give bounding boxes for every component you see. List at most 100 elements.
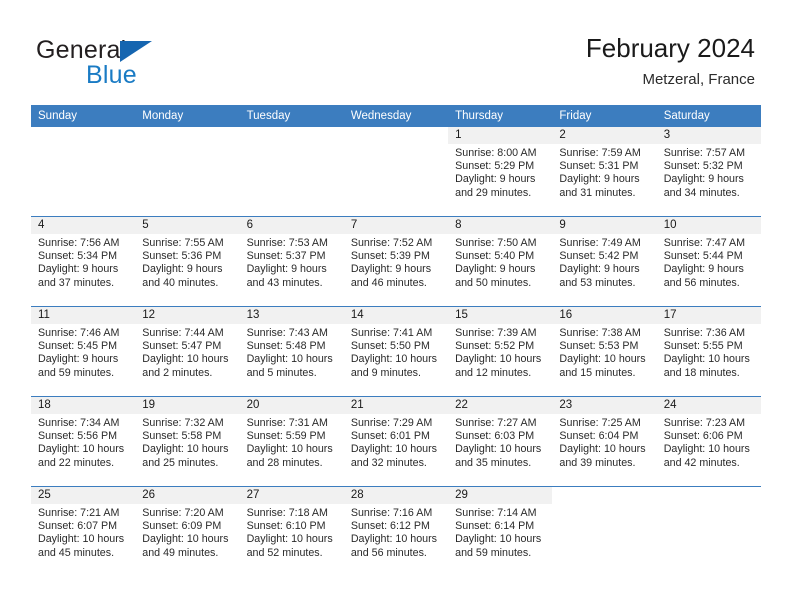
logo-text-general: General (36, 36, 127, 64)
daylight-duration-line1: Daylight: 10 hours (559, 353, 646, 366)
daylight-duration-line1: Daylight: 10 hours (663, 443, 750, 456)
calendar-day-cell[interactable]: 12 Sunrise: 7:44 AM Sunset: 5:47 PM Dayligh… (135, 306, 240, 397)
day-number: 5 (135, 217, 240, 234)
daylight-duration-line2: and 50 minutes. (455, 276, 532, 289)
day-sun-info: Sunrise: 7:52 AM Sunset: 5:39 PM Daylight:… (344, 234, 448, 290)
calendar-cell-inner: 22 Sunrise: 7:27 AM Sunset: 6:03 PM Dayligh… (448, 397, 553, 487)
day-number: 25 (31, 487, 136, 504)
daylight-duration-line1: Daylight: 10 hours (350, 533, 437, 546)
daylight-duration-line2: and 31 minutes. (559, 186, 636, 199)
sunrise-time: Sunrise: 7:32 AM (142, 417, 224, 429)
sunrise-time: Sunrise: 7:18 AM (246, 507, 328, 519)
calendar-cell-inner: 26 Sunrise: 7:20 AM Sunset: 6:09 PM Dayligh… (135, 487, 240, 576)
page-header: General Blue February 2024 Metzeral, Fra… (0, 0, 792, 104)
day-number: 2 (552, 127, 657, 144)
daylight-duration-line1: Daylight: 10 hours (663, 353, 750, 366)
calendar-day-cell[interactable]: 29 Sunrise: 7:14 AM Sunset: 6:14 PM Dayligh… (448, 486, 553, 576)
calendar-day-cell[interactable]: 5 Sunrise: 7:55 AM Sunset: 5:36 PM Daylight… (135, 216, 240, 307)
daylight-duration-line1: Daylight: 9 hours (38, 353, 119, 366)
calendar-day-cell[interactable]: 7 Sunrise: 7:52 AM Sunset: 5:39 PM Daylight… (343, 216, 449, 307)
daylight-duration-line2: and 43 minutes. (246, 276, 323, 289)
daylight-duration-line2: and 40 minutes. (142, 276, 219, 289)
day-sun-info (240, 144, 344, 147)
sunset-time: Sunset: 5:42 PM (559, 250, 639, 263)
calendar-day-cell[interactable]: 24 Sunrise: 7:23 AM Sunset: 6:06 PM Dayligh… (656, 396, 761, 487)
day-number (31, 127, 135, 144)
generalblue-logo[interactable]: General Blue (36, 36, 246, 92)
calendar-week-row: 25 Sunrise: 7:21 AM Sunset: 6:07 PM Dayligh… (31, 486, 761, 576)
calendar-day-cell[interactable]: 14 Sunrise: 7:41 AM Sunset: 5:50 PM Dayligh… (343, 306, 449, 397)
calendar-day-cell[interactable]: 26 Sunrise: 7:20 AM Sunset: 6:09 PM Dayligh… (135, 486, 240, 576)
calendar-cell-inner: 1 Sunrise: 8:00 AM Sunset: 5:29 PM Daylight… (448, 127, 553, 216)
sunset-time: Sunset: 5:53 PM (559, 340, 639, 353)
daylight-duration-line2: and 32 minutes. (350, 456, 427, 469)
day-number: 9 (552, 217, 657, 234)
day-number: 21 (343, 397, 449, 414)
day-number: 15 (448, 307, 553, 324)
calendar-cell-inner (31, 127, 135, 216)
sunset-time: Sunset: 6:09 PM (142, 520, 222, 533)
sunrise-time: Sunrise: 7:31 AM (246, 417, 328, 429)
calendar-day-cell[interactable]: 10 Sunrise: 7:47 AM Sunset: 5:44 PM Dayligh… (656, 216, 761, 307)
day-number: 17 (656, 307, 761, 324)
blue-triangle-logo-icon (120, 41, 152, 62)
calendar-day-cell[interactable]: 15 Sunrise: 7:39 AM Sunset: 5:52 PM Dayligh… (448, 306, 553, 397)
calendar-day-cell[interactable]: 2 Sunrise: 7:59 AM Sunset: 5:31 PM Daylight… (552, 127, 657, 217)
sunset-time: Sunset: 5:58 PM (142, 430, 222, 443)
daylight-duration-line1: Daylight: 9 hours (663, 263, 744, 276)
calendar-day-cell[interactable]: 13 Sunrise: 7:43 AM Sunset: 5:48 PM Dayligh… (239, 306, 344, 397)
calendar-cell-inner: 2 Sunrise: 7:59 AM Sunset: 5:31 PM Daylight… (552, 127, 657, 216)
calendar-day-cell[interactable]: 1 Sunrise: 8:00 AM Sunset: 5:29 PM Daylight… (448, 127, 553, 217)
daylight-duration-line1: Daylight: 9 hours (350, 263, 432, 276)
daylight-duration-line1: Daylight: 9 hours (559, 263, 640, 276)
calendar-cell-inner: 24 Sunrise: 7:23 AM Sunset: 6:06 PM Dayligh… (656, 397, 761, 487)
calendar-day-cell[interactable]: 3 Sunrise: 7:57 AM Sunset: 5:32 PM Daylight… (656, 127, 761, 217)
calendar-cell-inner (657, 487, 761, 576)
calendar-day-cell[interactable]: 11 Sunrise: 7:46 AM Sunset: 5:45 PM Dayligh… (31, 306, 136, 397)
day-number: 28 (343, 487, 449, 504)
day-sun-info: Sunrise: 7:47 AM Sunset: 5:44 PM Daylight:… (657, 234, 761, 290)
calendar-day-cell[interactable]: 18 Sunrise: 7:34 AM Sunset: 5:56 PM Dayligh… (31, 396, 136, 487)
calendar-day-cell[interactable]: 25 Sunrise: 7:21 AM Sunset: 6:07 PM Dayligh… (31, 486, 136, 576)
calendar-day-cell[interactable]: 22 Sunrise: 7:27 AM Sunset: 6:03 PM Dayligh… (448, 396, 553, 487)
calendar-day-cell[interactable]: 23 Sunrise: 7:25 AM Sunset: 6:04 PM Dayligh… (552, 396, 657, 487)
daylight-duration-line2: and 42 minutes. (663, 456, 740, 469)
day-sun-info: Sunrise: 7:38 AM Sunset: 5:53 PM Daylight:… (552, 324, 656, 380)
calendar-cell-inner: 9 Sunrise: 7:49 AM Sunset: 5:42 PM Daylight… (552, 217, 657, 307)
day-sun-info (344, 144, 448, 147)
sunset-time: Sunset: 5:31 PM (559, 160, 639, 173)
sunset-time: Sunset: 5:50 PM (350, 340, 430, 353)
calendar-day-cell[interactable]: 8 Sunrise: 7:50 AM Sunset: 5:40 PM Daylight… (448, 216, 553, 307)
day-number: 20 (239, 397, 344, 414)
sunrise-time: Sunrise: 7:53 AM (246, 237, 328, 249)
calendar-day-cell[interactable]: 4 Sunrise: 7:56 AM Sunset: 5:34 PM Daylight… (31, 216, 136, 307)
calendar-day-cell[interactable]: 16 Sunrise: 7:38 AM Sunset: 5:53 PM Dayligh… (552, 306, 657, 397)
day-number: 12 (135, 307, 240, 324)
calendar-day-cell[interactable]: 9 Sunrise: 7:49 AM Sunset: 5:42 PM Daylight… (552, 216, 657, 307)
sunrise-time: Sunrise: 7:39 AM (455, 327, 537, 339)
calendar-cell-empty (135, 127, 239, 217)
sunset-time: Sunset: 5:48 PM (246, 340, 326, 353)
calendar-day-cell[interactable]: 28 Sunrise: 7:16 AM Sunset: 6:12 PM Dayligh… (343, 486, 449, 576)
daylight-duration-line2: and 9 minutes. (350, 366, 421, 379)
daylight-duration-line2: and 49 minutes. (142, 546, 219, 559)
daylight-duration-line2: and 45 minutes. (38, 546, 115, 559)
calendar-cell-inner (240, 127, 344, 216)
calendar-day-cell[interactable]: 17 Sunrise: 7:36 AM Sunset: 5:55 PM Dayligh… (656, 306, 761, 397)
calendar-cell-empty (656, 486, 761, 576)
daylight-duration-line2: and 18 minutes. (663, 366, 740, 379)
day-sun-info: Sunrise: 7:41 AM Sunset: 5:50 PM Daylight:… (344, 324, 448, 380)
day-number: 1 (448, 127, 553, 144)
calendar-day-cell[interactable]: 21 Sunrise: 7:29 AM Sunset: 6:01 PM Dayligh… (343, 396, 449, 487)
calendar-week-row: 18 Sunrise: 7:34 AM Sunset: 5:56 PM Dayligh… (31, 396, 761, 487)
daylight-duration-line1: Daylight: 10 hours (142, 533, 229, 546)
calendar-day-cell[interactable]: 27 Sunrise: 7:18 AM Sunset: 6:10 PM Dayligh… (239, 486, 344, 576)
daylight-duration-line2: and 34 minutes. (663, 186, 740, 199)
calendar-day-cell[interactable]: 20 Sunrise: 7:31 AM Sunset: 5:59 PM Dayligh… (239, 396, 344, 487)
day-number: 7 (343, 217, 449, 234)
day-number: 8 (448, 217, 553, 234)
calendar-day-cell[interactable]: 6 Sunrise: 7:53 AM Sunset: 5:37 PM Daylight… (239, 216, 344, 307)
calendar-day-cell[interactable]: 19 Sunrise: 7:32 AM Sunset: 5:58 PM Dayligh… (135, 396, 240, 487)
day-sun-info: Sunrise: 7:29 AM Sunset: 6:01 PM Daylight:… (344, 414, 448, 470)
calendar-week-row: 1 Sunrise: 8:00 AM Sunset: 5:29 PM Daylight… (31, 127, 761, 217)
